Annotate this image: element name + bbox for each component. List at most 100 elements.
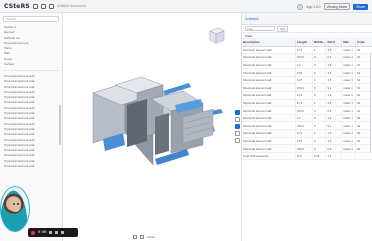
table-cell: Structural element wall [242, 106, 296, 115]
table-row[interactable]: Structural element wall 150.0 0 0.6 mater 1S… [242, 53, 372, 62]
table-cell: mater 1 [341, 144, 356, 153]
table-cell: Structural element wall [242, 76, 296, 85]
column-header[interactable]: Ref.Z [325, 39, 343, 47]
left-search-input[interactable]: Search... [3, 16, 59, 22]
table-cell: 0 [312, 106, 327, 115]
table-cell: mater 1 [341, 121, 356, 131]
undo-icon[interactable] [40, 3, 46, 9]
view-cube[interactable] [206, 25, 226, 48]
table-cell: 0 [312, 114, 327, 123]
table-cell: 150.0 [295, 53, 313, 62]
table-cell: 0 [312, 91, 327, 100]
column-header[interactable]: Ref.Di... [312, 39, 327, 47]
3d-viewport[interactable]: Views [63, 13, 241, 241]
table-cell: 0 [312, 83, 327, 93]
table-cell: 1.5 [325, 129, 343, 138]
schedule-table: Description Length Ref.Di... Ref.Z Mat Code P… [242, 39, 372, 161]
table-cell: 2.51 [295, 68, 313, 77]
eye [17, 203, 19, 205]
webcam-overlay[interactable] [0, 186, 30, 232]
delete-icon[interactable] [61, 231, 65, 234]
table-cell: 0.6 [325, 106, 343, 115]
table-cell: 1 [312, 99, 327, 108]
table-cell: 1 [312, 129, 327, 138]
left-element-list: Structural element wall Structural elemen… [0, 74, 62, 169]
table-row[interactable]: Structural element wall 150.0 0 0.6 mater 1S… [242, 144, 372, 153]
table-cell: mater 1 [341, 76, 356, 85]
user-avatar[interactable] [297, 3, 304, 10]
table-cell: 0 [312, 61, 327, 70]
select-tool-icon[interactable] [235, 110, 240, 115]
table-row[interactable]: Total (150 elements) 974 0.76 1.5 [242, 152, 372, 161]
home-view-icon[interactable] [133, 234, 137, 239]
table-body: Perimeter element wall 4.71 1 3.5 mater 1 S1 S… [242, 46, 372, 161]
table-row[interactable]: Structural element wall 2.51 0 3.5 mater 1 S1 [242, 68, 372, 77]
table-cell: mater 1 [341, 83, 356, 93]
visibility-tool-icon[interactable] [235, 131, 240, 136]
mode-pill[interactable]: Viewing Mode [323, 3, 351, 10]
table-cell: Structural element wall [242, 121, 296, 131]
table-cell: 1.5 [325, 76, 343, 85]
schedule-header: Schedule [242, 13, 372, 25]
column-header[interactable]: Code [355, 39, 372, 47]
table-cell: 1 [312, 76, 327, 85]
app-logo[interactable]: CSteRS [4, 3, 30, 10]
table-row[interactable]: Structural element wall 4.71 1 1.5 mater 1 S1 [242, 129, 372, 138]
table-row[interactable]: Perimeter element wall 4.71 1 3.5 mater 1 S1 [242, 46, 372, 55]
table-row[interactable]: Structural element wall 150.0 0 5.1 mater 1S… [242, 121, 372, 131]
table-cell: 150.0 [295, 106, 313, 115]
section-tool-icon[interactable] [235, 117, 240, 122]
table-cell: 5.1 [325, 83, 343, 93]
record-icon[interactable] [31, 230, 35, 235]
redo-icon[interactable] [48, 3, 54, 9]
table-cell: Structural element wall [242, 83, 296, 93]
table-cell: Structural element wall [242, 53, 296, 62]
settings-tool-icon[interactable] [235, 138, 240, 143]
restart-icon[interactable] [55, 231, 59, 234]
column-header[interactable]: Description [242, 39, 296, 47]
table-cell: Structural element wall [242, 91, 296, 100]
table-cell: 3.5 [325, 114, 343, 123]
table-cell: 4.27 [295, 76, 313, 85]
column-header[interactable]: Mat [341, 39, 356, 47]
user-text: App 1.0.0 [306, 4, 321, 9]
table-cell: mater 1 [341, 68, 356, 77]
table-cell: 0.6 [325, 53, 343, 62]
table-cell: mater 1 [341, 61, 356, 70]
table-cell: 2.51 [295, 137, 313, 146]
type-chip[interactable]: Type [277, 25, 289, 32]
table-row[interactable]: Structural element wall 4.2 0 3.5 mater 1 S1 [242, 114, 372, 123]
schedule-tab[interactable]: Schedule [245, 17, 259, 21]
table-cell: Total (150 elements) [242, 152, 296, 161]
document-title[interactable]: Untitled document [57, 4, 86, 8]
left-panel-item[interactable]: Surface [0, 62, 62, 67]
viewport-footer: Views [133, 232, 233, 241]
measure-tool-icon[interactable] [235, 124, 240, 129]
left-scrollbar[interactable] [59, 105, 61, 145]
views-label[interactable]: Views [147, 235, 155, 239]
table-row[interactable]: Structural element wall 150.0 0 0.6 mater 1S… [242, 106, 372, 115]
table-row[interactable]: Structural element wall 150.0 0 5.1 mater 1S… [242, 83, 372, 93]
table-cell: 3.5 [325, 99, 343, 108]
column-header[interactable]: Length [295, 39, 313, 47]
schedule-scrollbar[interactable] [369, 53, 371, 153]
schedule-filter-input[interactable]: Filter [245, 26, 275, 31]
table-row[interactable]: Structural element wall 2.51 0 3.5 mater 1 S1 [242, 137, 372, 146]
table-cell: 974 [295, 152, 313, 161]
table-row[interactable]: Structural element wall 4.2 0 1.5 mater 1 S1 [242, 61, 372, 70]
table-cell: mater 1 [341, 46, 356, 55]
table-cell: Structural element wall [242, 129, 296, 138]
menu-icon[interactable] [32, 3, 38, 9]
table-cell [341, 152, 356, 161]
pause-icon[interactable] [49, 231, 53, 234]
table-cell: 0 [312, 53, 327, 62]
table-cell: 6.71 [295, 99, 313, 108]
share-button[interactable]: Share [353, 3, 368, 10]
camera-icon[interactable] [140, 234, 144, 239]
element-list-item[interactable]: Structural element wall [0, 164, 62, 169]
table-row[interactable]: Structural element wall 4.12 0 1.5 mater 1 S1 [242, 91, 372, 100]
table-row[interactable]: Structural element wall 4.27 1 1.5 mater 1 S1 [242, 76, 372, 85]
table-cell: 1 [312, 46, 327, 55]
table-cell: 4.2 [295, 114, 313, 123]
table-row[interactable]: Structural element wall 6.71 1 3.5 mater 1 S1 [242, 99, 372, 108]
